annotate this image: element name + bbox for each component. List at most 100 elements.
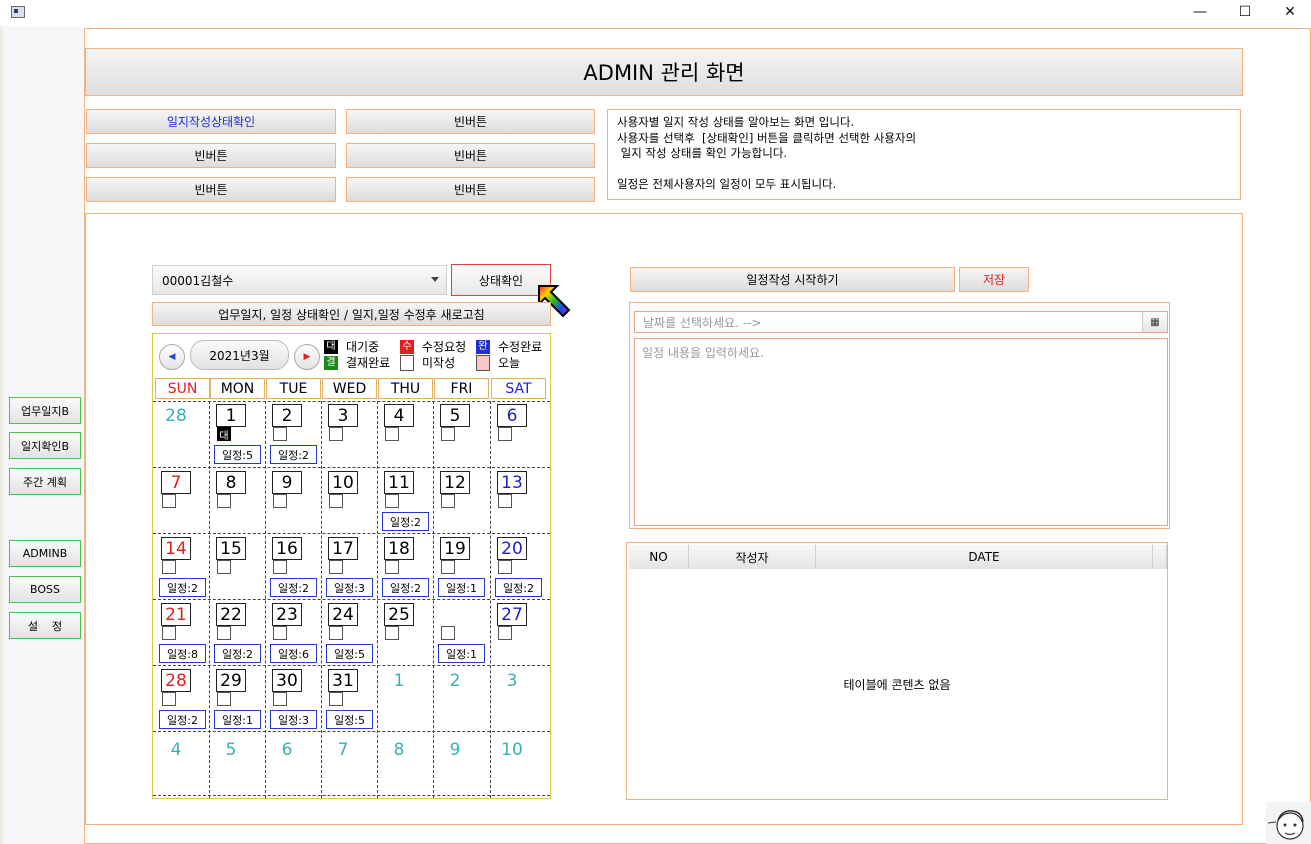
day-checkbox[interactable] xyxy=(273,692,287,706)
schedule-count[interactable]: 일정:2 xyxy=(159,710,206,729)
maximize-button[interactable]: ☐ xyxy=(1222,0,1268,24)
day-number[interactable]: 4 xyxy=(384,404,414,427)
day-number[interactable]: 31 xyxy=(328,669,358,692)
schedule-count[interactable]: 일정:2 xyxy=(495,578,542,597)
day-checkbox[interactable] xyxy=(498,427,512,441)
schedule-count[interactable]: 일정:2 xyxy=(270,578,317,597)
day-number[interactable]: 1 xyxy=(216,404,246,427)
day-number[interactable]: 13 xyxy=(497,471,527,494)
empty-button-2[interactable]: 빈버튼 xyxy=(86,143,336,168)
day-number[interactable]: 2 xyxy=(440,669,470,692)
empty-button-4[interactable]: 빈버튼 xyxy=(86,177,336,202)
day-checkbox[interactable] xyxy=(217,692,231,706)
day-checkbox[interactable] xyxy=(273,427,287,441)
day-checkbox[interactable] xyxy=(217,626,231,640)
day-checkbox[interactable] xyxy=(498,494,512,508)
day-number[interactable]: 14 xyxy=(161,537,191,560)
day-checkbox[interactable] xyxy=(329,626,343,640)
day-checkbox[interactable] xyxy=(385,427,399,441)
day-number[interactable]: 6 xyxy=(272,738,302,761)
day-number[interactable]: 5 xyxy=(440,404,470,427)
log-status-check-button[interactable]: 일지작성상태확인 xyxy=(86,109,336,134)
day-checkbox[interactable] xyxy=(498,626,512,640)
day-number[interactable]: 9 xyxy=(440,738,470,761)
day-number[interactable]: 11 xyxy=(384,471,414,494)
day-number[interactable]: 7 xyxy=(161,471,191,494)
schedule-count[interactable]: 일정:1 xyxy=(438,578,485,597)
schedule-count[interactable]: 일정:5 xyxy=(326,710,373,729)
sidebar-item-boss[interactable]: BOSS xyxy=(9,576,81,603)
day-checkbox[interactable] xyxy=(441,560,455,574)
schedule-count[interactable]: 일정:2 xyxy=(270,445,317,464)
column-header-date[interactable]: DATE xyxy=(816,545,1153,569)
schedule-count[interactable]: 일정:1 xyxy=(214,710,261,729)
schedule-count[interactable]: 일정:1 xyxy=(438,644,485,663)
day-number[interactable]: 18 xyxy=(384,537,414,560)
save-button[interactable]: 저장 xyxy=(959,267,1029,292)
day-checkbox[interactable] xyxy=(329,494,343,508)
day-checkbox[interactable] xyxy=(498,560,512,574)
empty-button-1[interactable]: 빈버튼 xyxy=(346,109,595,134)
day-number[interactable]: 24 xyxy=(328,603,358,626)
day-number[interactable]: 10 xyxy=(497,738,527,761)
day-number[interactable]: 25 xyxy=(384,603,414,626)
day-checkbox[interactable] xyxy=(217,560,231,574)
day-checkbox[interactable] xyxy=(217,494,231,508)
schedule-count[interactable]: 일정:2 xyxy=(382,512,429,531)
day-checkbox[interactable] xyxy=(162,494,176,508)
sidebar-item-settings[interactable]: 설 정 xyxy=(9,612,81,639)
day-number[interactable]: 28 xyxy=(161,669,191,692)
day-number[interactable]: 17 xyxy=(328,537,358,560)
day-number[interactable]: 10 xyxy=(328,471,358,494)
schedule-count[interactable]: 일정:2 xyxy=(382,578,429,597)
day-checkbox[interactable] xyxy=(329,560,343,574)
sidebar-item-weekly-plan[interactable]: 주간 계획 xyxy=(9,468,81,495)
day-number[interactable]: 3 xyxy=(497,669,527,692)
day-number[interactable]: 23 xyxy=(272,603,302,626)
day-checkbox[interactable] xyxy=(441,427,455,441)
schedule-count[interactable]: 일정:2 xyxy=(159,578,206,597)
day-number[interactable]: 5 xyxy=(216,738,246,761)
day-number[interactable]: 29 xyxy=(216,669,246,692)
day-checkbox[interactable] xyxy=(162,560,176,574)
day-checkbox[interactable] xyxy=(329,427,343,441)
day-checkbox[interactable] xyxy=(273,626,287,640)
schedule-count[interactable]: 일정:6 xyxy=(270,644,317,663)
day-checkbox[interactable] xyxy=(385,494,399,508)
sidebar-item-work-log[interactable]: 업무일지B xyxy=(9,397,81,424)
close-button[interactable]: ✕ xyxy=(1267,0,1311,24)
user-select[interactable]: 00001김철수 xyxy=(152,265,447,295)
day-checkbox[interactable] xyxy=(385,626,399,640)
date-field[interactable]: 날짜를 선택하세요. --> ▦ xyxy=(634,311,1168,333)
day-number[interactable]: 6 xyxy=(497,404,527,427)
start-schedule-button[interactable]: 일정작성 시작하기 xyxy=(630,267,955,292)
day-number[interactable]: 8 xyxy=(384,738,414,761)
day-number[interactable]: 3 xyxy=(328,404,358,427)
status-check-button[interactable]: 상태확인 xyxy=(451,264,551,296)
calendar-picker-icon[interactable]: ▦ xyxy=(1142,312,1167,332)
day-number[interactable]: 9 xyxy=(272,471,302,494)
day-number[interactable]: 12 xyxy=(440,471,470,494)
day-checkbox[interactable] xyxy=(441,626,455,640)
empty-button-5[interactable]: 빈버튼 xyxy=(346,177,595,202)
day-checkbox[interactable] xyxy=(162,626,176,640)
empty-button-3[interactable]: 빈버튼 xyxy=(346,143,595,168)
day-checkbox[interactable] xyxy=(162,692,176,706)
day-number[interactable]: 21 xyxy=(161,603,191,626)
schedule-count[interactable]: 일정:5 xyxy=(214,445,261,464)
day-number[interactable]: 27 xyxy=(497,603,527,626)
day-number[interactable]: 16 xyxy=(272,537,302,560)
day-number[interactable]: 8 xyxy=(216,471,246,494)
day-number[interactable]: 19 xyxy=(440,537,470,560)
column-header-no[interactable]: NO xyxy=(629,545,689,569)
day-number[interactable]: 1 xyxy=(384,669,414,692)
day-checkbox[interactable] xyxy=(329,692,343,706)
schedule-count[interactable]: 일정:2 xyxy=(214,644,261,663)
day-number[interactable]: 28 xyxy=(161,404,191,427)
schedule-count[interactable]: 일정:5 xyxy=(326,644,373,663)
day-number[interactable]: 4 xyxy=(161,738,191,761)
day-checkbox[interactable] xyxy=(441,494,455,508)
sidebar-item-admin[interactable]: ADMINB xyxy=(9,540,81,567)
day-number[interactable]: 22 xyxy=(216,603,246,626)
sidebar-item-log-check[interactable]: 일지확인B xyxy=(9,432,81,459)
